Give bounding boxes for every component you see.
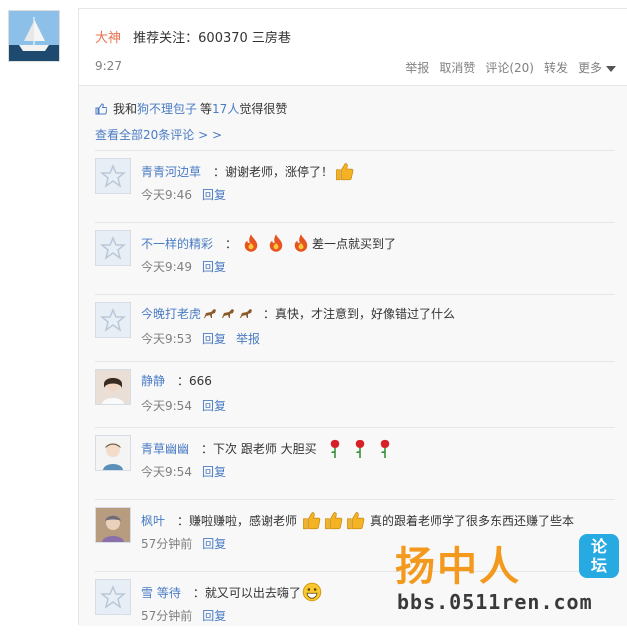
comment-time: 57分钟前	[141, 609, 193, 623]
comment-time: 57分钟前	[141, 537, 193, 551]
comment-author[interactable]: 枫叶	[141, 512, 165, 529]
likes-mid: 等	[200, 102, 213, 116]
comment-author[interactable]: 静静	[141, 372, 165, 389]
reply-link[interactable]: 回复	[202, 535, 226, 552]
likes-user-link[interactable]: 狗不理包子	[137, 100, 197, 117]
post-author[interactable]: 大神	[95, 31, 121, 46]
forum-watermark: 扬中人 论坛 bbs.0511ren.com	[391, 534, 621, 620]
watermark-url: bbs.0511ren.com	[397, 590, 593, 614]
comment-time: 今天9:54	[141, 465, 192, 479]
repost-button[interactable]: 转发	[544, 59, 568, 76]
comment-author[interactable]: 青草幽幽	[141, 440, 189, 457]
comment-time: 今天9:49	[141, 260, 192, 274]
divider	[95, 499, 615, 500]
comment-item: 今晚打老虎 ：真快，才注意到，好像错过了什么 今天9:53 回复 举报	[95, 294, 615, 360]
comment-item: 青青河边草 ：谢谢老师，涨停了！ 今天9:46 回复	[95, 150, 615, 216]
user-avatar[interactable]	[95, 507, 131, 543]
post-time[interactable]: 9:27	[95, 59, 122, 73]
comment-text: ：下次 跟老师 大胆买	[201, 441, 317, 456]
comment-text: ：就又可以出去嗨了	[192, 585, 301, 600]
horse-emoji-icon	[222, 308, 235, 318]
reply-link[interactable]: 回复	[202, 463, 226, 480]
flame-emoji-icon	[244, 234, 258, 252]
thumbs-up-emoji-icon	[325, 512, 343, 530]
comment-text: ：真快，才注意到，好像错过了什么	[263, 307, 456, 321]
more-button[interactable]: 更多	[578, 59, 616, 76]
comment-text: ：谢谢老师，涨停了！	[213, 164, 334, 179]
comment-time: 今天9:46	[141, 188, 192, 202]
comment-text: ：赚啦赚啦，感谢老师	[177, 513, 298, 528]
thumbs-up-icon	[95, 102, 107, 114]
comment-button[interactable]: 评论(20)	[485, 59, 534, 76]
likes-count-link[interactable]: 17人	[212, 100, 239, 117]
horse-emoji-icon	[204, 308, 217, 318]
post-card: 大神 推荐关注：600370 三房巷 9:27 举报 取消赞 评论(20) 转发…	[78, 8, 627, 626]
thumbs-up-emoji-icon	[336, 163, 354, 181]
post-header: 大神 推荐关注：600370 三房巷	[95, 27, 291, 46]
thumbs-up-emoji-icon	[347, 512, 365, 530]
chevron-down-icon	[606, 65, 616, 72]
comment-time: 今天9:53	[141, 332, 192, 346]
watermark-title: 扬中人	[395, 544, 521, 590]
reply-link[interactable]: 回复	[202, 607, 226, 624]
comment-text-continued: 真的跟着老师学了很多东西还赚了些本	[370, 513, 575, 528]
reply-link[interactable]: 回复	[202, 186, 226, 203]
flame-emoji-icon	[294, 234, 308, 252]
reply-link[interactable]: 回复	[202, 258, 226, 275]
rose-emoji-icon	[330, 439, 339, 458]
comment-item: 青草幽幽 ：下次 跟老师 大胆买 今天9:54 回复	[95, 427, 615, 493]
view-all-comments-link[interactable]: 查看全部20条评论 > >	[95, 126, 222, 143]
report-link[interactable]: 举报	[236, 330, 260, 347]
divider	[95, 150, 615, 151]
user-avatar[interactable]	[95, 435, 131, 471]
poster-avatar[interactable]	[8, 10, 60, 62]
likes-summary: 我和 狗不理包子 等 17人 觉得很赞	[95, 100, 287, 117]
report-button[interactable]: 举报	[405, 59, 429, 76]
comment-text: ：666	[177, 374, 212, 388]
likes-prefix: 我和	[113, 102, 138, 116]
rose-emoji-icon	[355, 439, 364, 458]
likes-suffix: 觉得很赞	[239, 102, 288, 116]
grin-emoji-icon	[302, 582, 322, 602]
comment-author[interactable]: 青青河边草	[141, 163, 201, 180]
watermark-badge-text: 论坛	[590, 537, 607, 575]
default-avatar[interactable]	[95, 230, 131, 266]
rose-emoji-icon	[380, 439, 389, 458]
divider	[95, 427, 615, 428]
comment-item: 静静 ：666 今天9:54 回复	[95, 361, 615, 427]
divider	[95, 361, 615, 362]
default-avatar[interactable]	[95, 579, 131, 615]
reply-link[interactable]: 回复	[202, 330, 226, 347]
comment-author[interactable]: 今晚打老虎	[141, 305, 201, 322]
comment-time: 今天9:54	[141, 399, 192, 413]
comment-text-continued: 差一点就买到了	[312, 236, 397, 251]
post-actions: 举报 取消赞 评论(20) 转发 更多	[405, 59, 616, 76]
comment-item: 不一样的精彩 ： 差一点就买到了 今天9:49 回复	[95, 222, 615, 288]
comment-text: ：	[225, 236, 238, 251]
divider	[95, 294, 615, 295]
comment-author[interactable]: 雪 等待	[141, 584, 181, 601]
default-avatar[interactable]	[95, 158, 131, 194]
watermark-badge: 论坛	[579, 534, 619, 578]
reply-link[interactable]: 回复	[202, 397, 226, 414]
user-avatar[interactable]	[95, 369, 131, 405]
thumbs-up-emoji-icon	[303, 512, 321, 530]
unlike-button[interactable]: 取消赞	[439, 59, 475, 76]
flame-emoji-icon	[269, 234, 283, 252]
more-label: 更多	[577, 61, 602, 75]
divider	[95, 222, 615, 223]
horse-emoji-icon	[240, 308, 253, 318]
post-text: 推荐关注：600370 三房巷	[133, 31, 291, 46]
default-avatar[interactable]	[95, 302, 131, 338]
comment-author[interactable]: 不一样的精彩	[141, 235, 213, 252]
